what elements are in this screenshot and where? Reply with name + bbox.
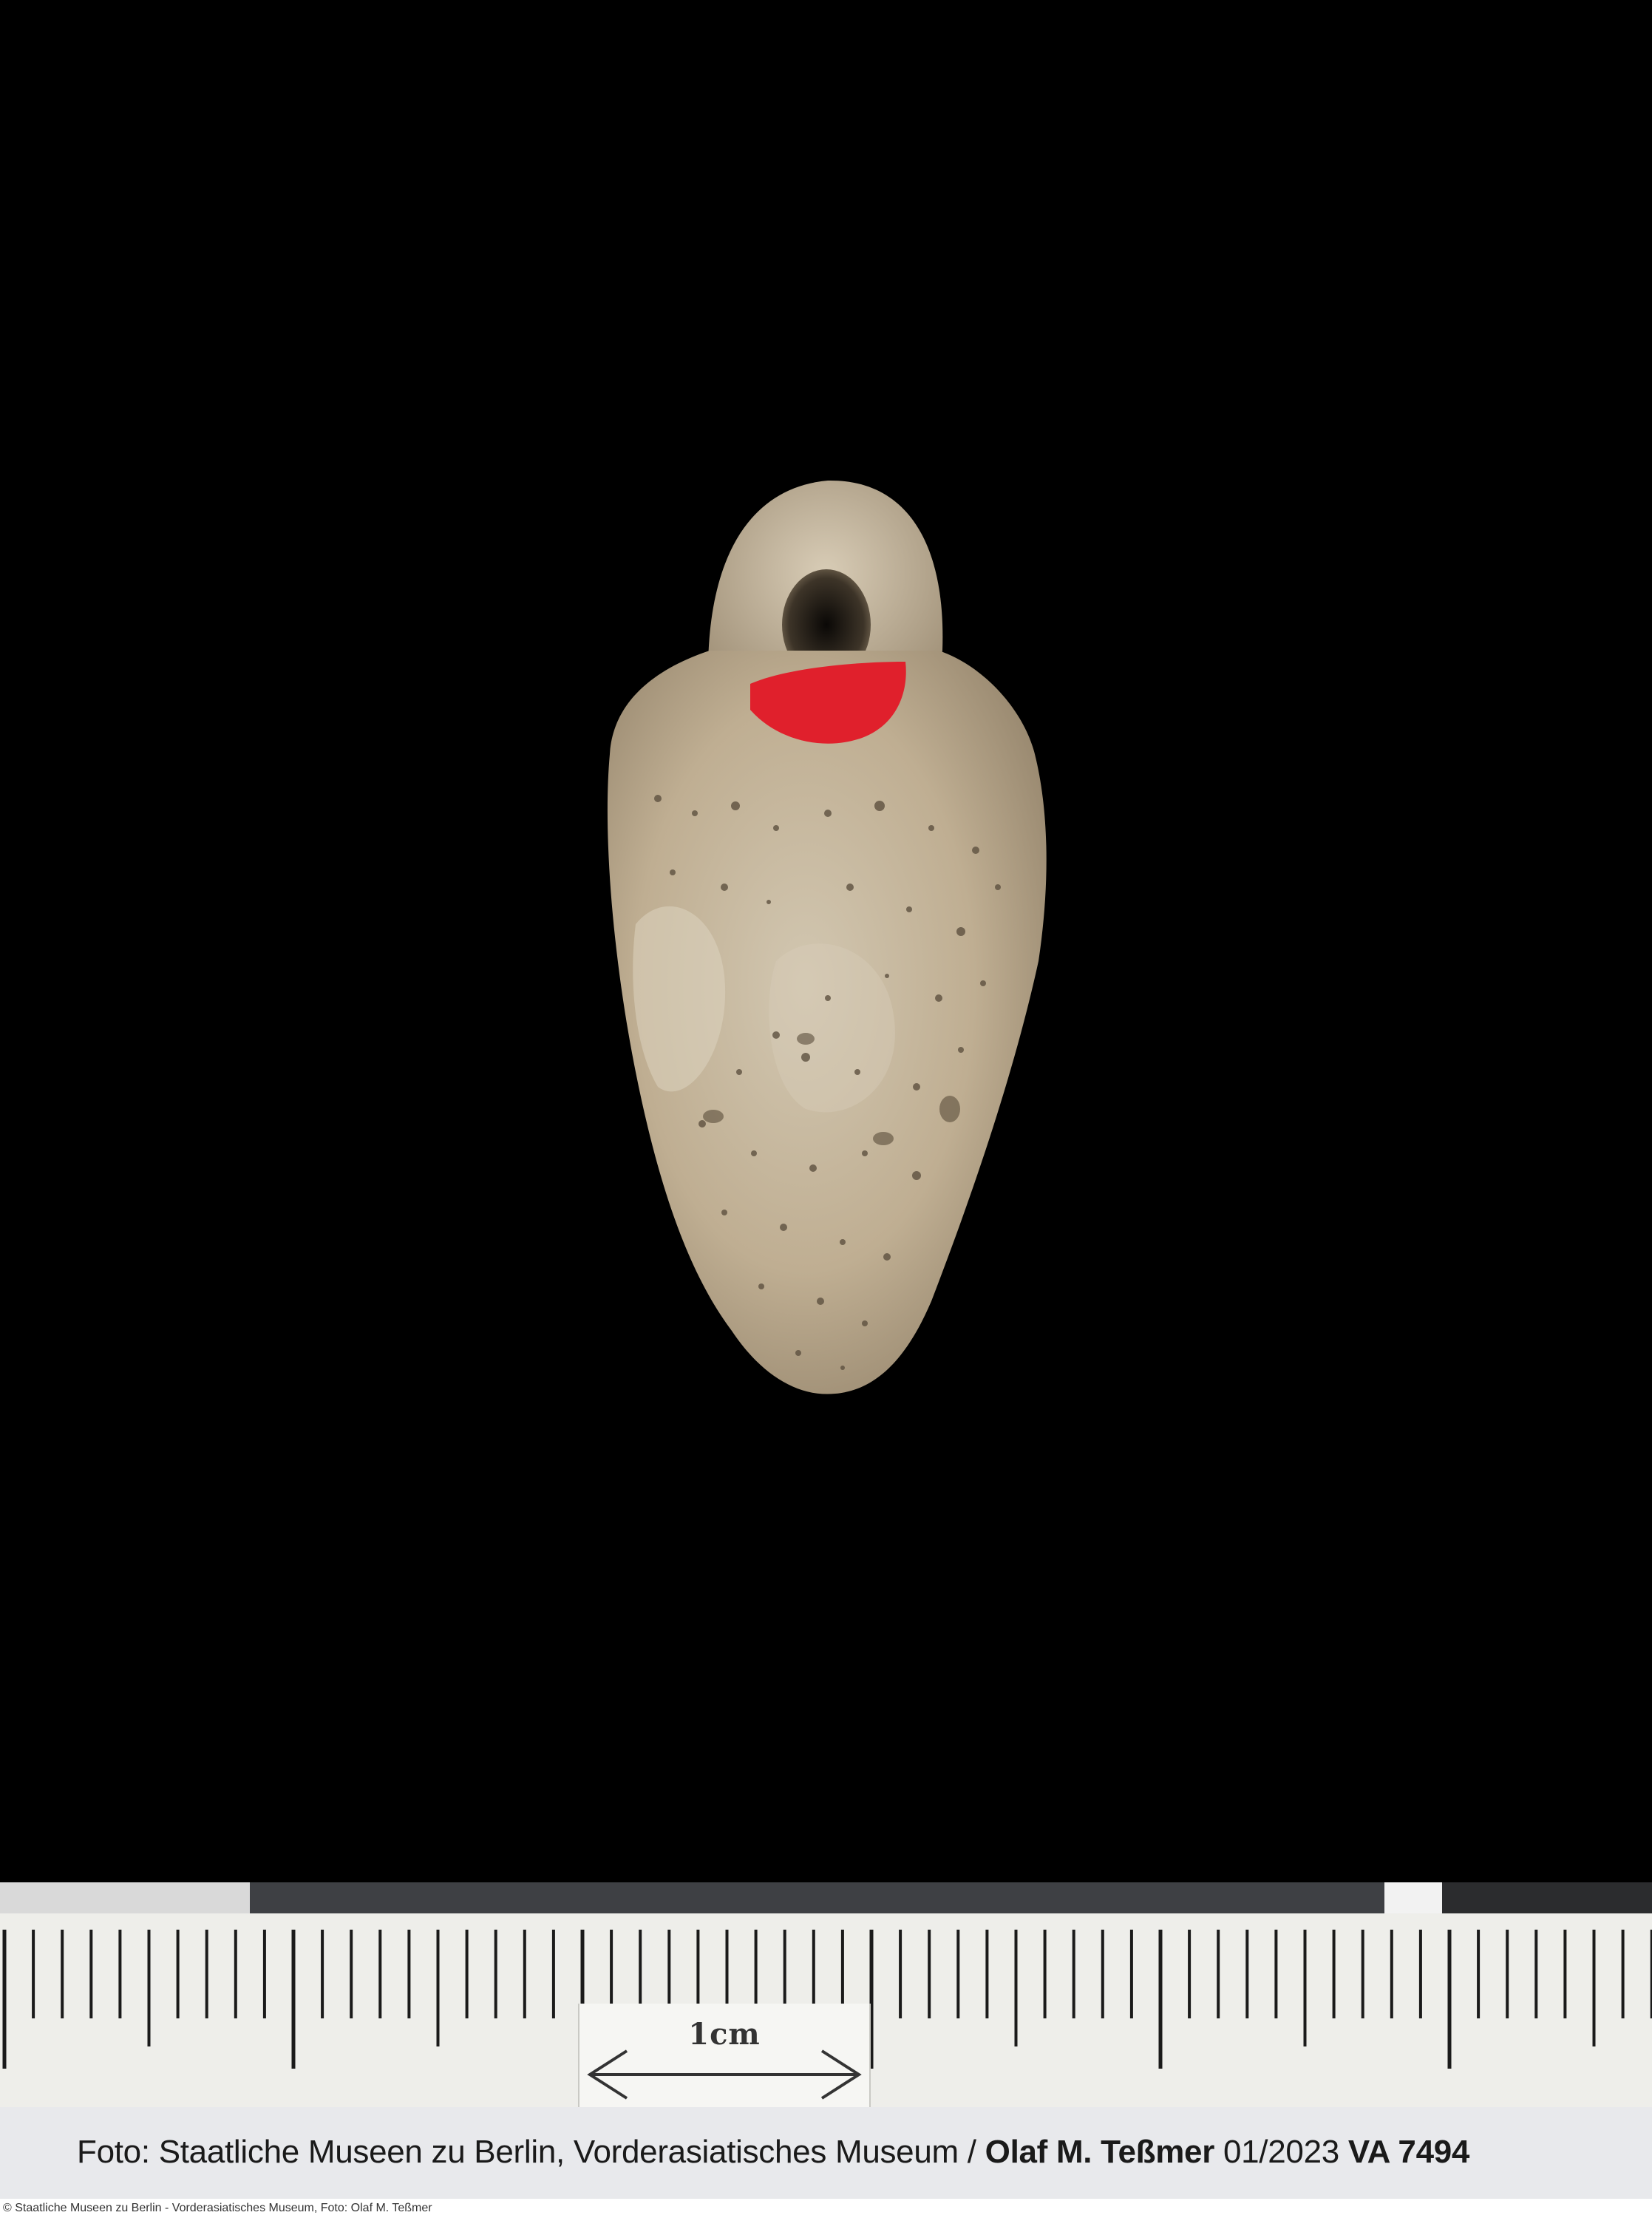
photo-stage: 1cm Foto: Staatliche Museen zu Berlin, V… xyxy=(0,0,1652,2218)
double-arrow-icon xyxy=(587,2049,862,2100)
footer-credit-text: © Staatliche Museen zu Berlin - Vorderas… xyxy=(3,2202,432,2214)
footer-credit: © Staatliche Museen zu Berlin - Vorderas… xyxy=(0,2199,1652,2218)
caption-date: 01/2023 xyxy=(1214,2134,1348,2170)
photo-caption: Foto: Staatliche Museen zu Berlin, Vorde… xyxy=(77,2134,1469,2171)
caption-prefix: Foto: Staatliche Museen zu Berlin, Vorde… xyxy=(77,2134,985,2170)
caption-inventory-number: VA 7494 xyxy=(1347,2134,1470,2170)
caption-bar: Foto: Staatliche Museen zu Berlin, Vorde… xyxy=(0,2107,1652,2199)
stone-pendant-icon xyxy=(607,480,1047,1394)
caption-photographer: Olaf M. Teßmer xyxy=(985,2134,1215,2170)
scale-indicator: 1cm xyxy=(578,2004,871,2109)
color-reference-bar xyxy=(0,1882,1652,1913)
